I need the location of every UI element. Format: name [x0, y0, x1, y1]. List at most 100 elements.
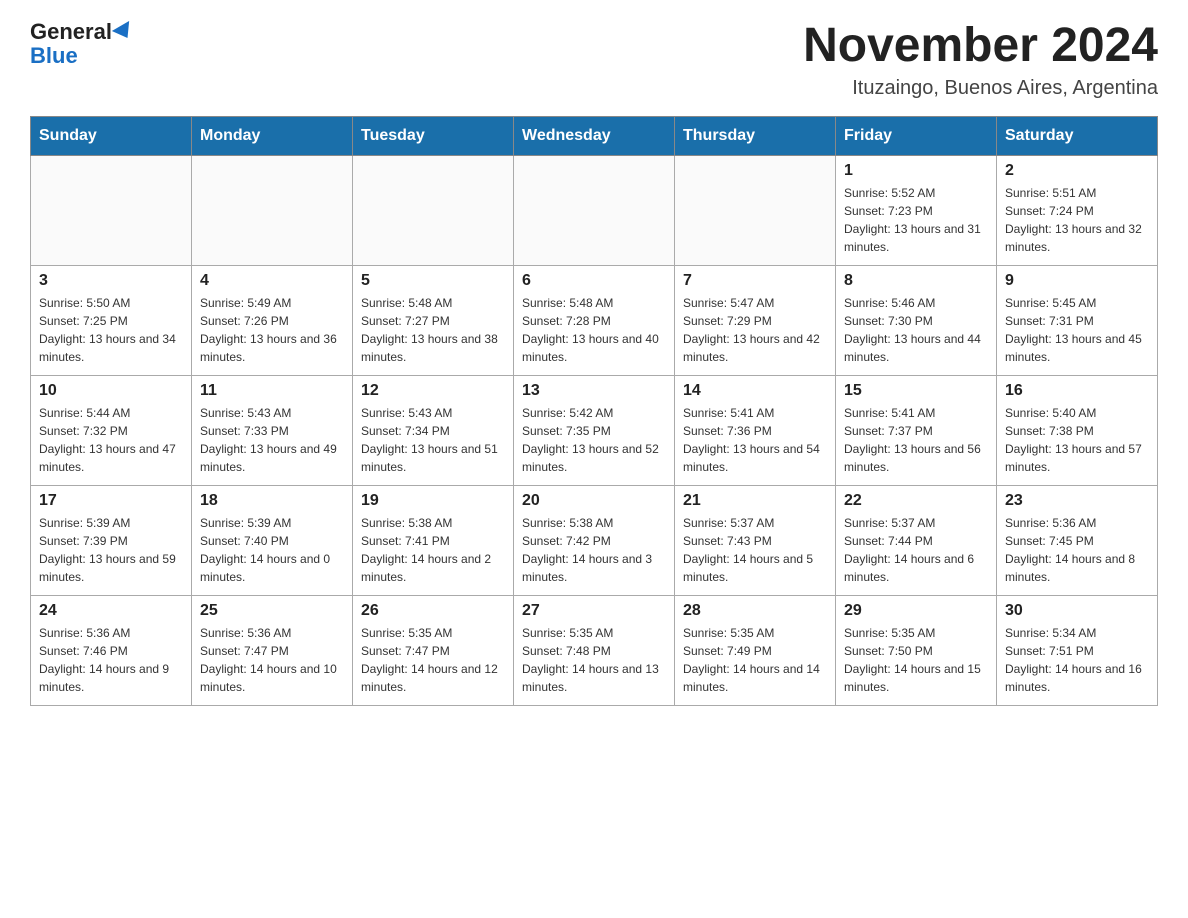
logo-arrow-icon — [112, 21, 136, 43]
day-info: Sunrise: 5:35 AMSunset: 7:48 PMDaylight:… — [522, 624, 666, 696]
day-number: 28 — [683, 602, 827, 620]
table-cell: 27 Sunrise: 5:35 AMSunset: 7:48 PMDayligh… — [514, 595, 675, 705]
day-number: 17 — [39, 492, 183, 510]
week-row-2: 3Sunrise: 5:50 AMSunset: 7:25 PMDaylight… — [31, 265, 1158, 375]
col-wednesday: Wednesday — [514, 116, 675, 155]
day-info: Sunrise: 5:39 AMSunset: 7:40 PMDaylight:… — [200, 514, 344, 586]
table-cell: 16 Sunrise: 5:40 AMSunset: 7:38 PMDayligh… — [997, 375, 1158, 485]
col-thursday: Thursday — [675, 116, 836, 155]
day-info: Sunrise: 5:51 AMSunset: 7:24 PMDaylight:… — [1005, 184, 1149, 256]
week-row-4: 17 Sunrise: 5:39 AMSunset: 7:39 PMDayligh… — [31, 485, 1158, 595]
day-info: Sunrise: 5:48 AMSunset: 7:28 PMDaylight:… — [522, 294, 666, 366]
day-info: Sunrise: 5:48 AMSunset: 7:27 PMDaylight:… — [361, 294, 505, 366]
day-info: Sunrise: 5:40 AMSunset: 7:38 PMDaylight:… — [1005, 404, 1149, 476]
table-cell: 22 Sunrise: 5:37 AMSunset: 7:44 PMDayligh… — [836, 485, 997, 595]
table-cell: 14Sunrise: 5:41 AMSunset: 7:36 PMDayligh… — [675, 375, 836, 485]
day-number: 14 — [683, 382, 827, 400]
day-number: 19 — [361, 492, 505, 510]
day-info: Sunrise: 5:34 AMSunset: 7:51 PMDaylight:… — [1005, 624, 1149, 696]
table-cell — [675, 155, 836, 265]
table-cell: 7 Sunrise: 5:47 AMSunset: 7:29 PMDaylight… — [675, 265, 836, 375]
day-number: 9 — [1005, 272, 1149, 290]
table-cell — [31, 155, 192, 265]
logo: General Blue — [30, 20, 134, 68]
day-number: 13 — [522, 382, 666, 400]
calendar-subtitle: Ituzaingo, Buenos Aires, Argentina — [803, 77, 1158, 100]
table-cell: 20Sunrise: 5:38 AMSunset: 7:42 PMDayligh… — [514, 485, 675, 595]
day-number: 16 — [1005, 382, 1149, 400]
table-cell: 19 Sunrise: 5:38 AMSunset: 7:41 PMDayligh… — [353, 485, 514, 595]
day-number: 27 — [522, 602, 666, 620]
logo-blue-text: Blue — [30, 44, 134, 68]
table-cell — [192, 155, 353, 265]
day-info: Sunrise: 5:35 AMSunset: 7:50 PMDaylight:… — [844, 624, 988, 696]
day-number: 4 — [200, 272, 344, 290]
col-friday: Friday — [836, 116, 997, 155]
table-cell: 5 Sunrise: 5:48 AMSunset: 7:27 PMDaylight… — [353, 265, 514, 375]
table-cell: 24 Sunrise: 5:36 AMSunset: 7:46 PMDayligh… — [31, 595, 192, 705]
day-number: 10 — [39, 382, 183, 400]
day-number: 22 — [844, 492, 988, 510]
day-number: 26 — [361, 602, 505, 620]
week-row-3: 10 Sunrise: 5:44 AMSunset: 7:32 PMDayligh… — [31, 375, 1158, 485]
day-info: Sunrise: 5:44 AMSunset: 7:32 PMDaylight:… — [39, 404, 183, 476]
day-info: Sunrise: 5:35 AMSunset: 7:49 PMDaylight:… — [683, 624, 827, 696]
day-info: Sunrise: 5:46 AMSunset: 7:30 PMDaylight:… — [844, 294, 988, 366]
table-cell: 21 Sunrise: 5:37 AMSunset: 7:43 PMDayligh… — [675, 485, 836, 595]
day-info: Sunrise: 5:42 AMSunset: 7:35 PMDaylight:… — [522, 404, 666, 476]
col-tuesday: Tuesday — [353, 116, 514, 155]
day-number: 15 — [844, 382, 988, 400]
table-cell — [514, 155, 675, 265]
day-info: Sunrise: 5:36 AMSunset: 7:46 PMDaylight:… — [39, 624, 183, 696]
table-cell: 10 Sunrise: 5:44 AMSunset: 7:32 PMDayligh… — [31, 375, 192, 485]
col-saturday: Saturday — [997, 116, 1158, 155]
table-cell: 11Sunrise: 5:43 AMSunset: 7:33 PMDayligh… — [192, 375, 353, 485]
day-info: Sunrise: 5:41 AMSunset: 7:37 PMDaylight:… — [844, 404, 988, 476]
day-info: Sunrise: 5:38 AMSunset: 7:41 PMDaylight:… — [361, 514, 505, 586]
calendar-title: November 2024 — [803, 20, 1158, 73]
table-cell: 2 Sunrise: 5:51 AMSunset: 7:24 PMDaylight… — [997, 155, 1158, 265]
day-info: Sunrise: 5:39 AMSunset: 7:39 PMDaylight:… — [39, 514, 183, 586]
col-monday: Monday — [192, 116, 353, 155]
table-cell: 26 Sunrise: 5:35 AMSunset: 7:47 PMDayligh… — [353, 595, 514, 705]
day-number: 11 — [200, 382, 344, 400]
day-info: Sunrise: 5:43 AMSunset: 7:34 PMDaylight:… — [361, 404, 505, 476]
table-cell: 3Sunrise: 5:50 AMSunset: 7:25 PMDaylight… — [31, 265, 192, 375]
week-row-1: 1Sunrise: 5:52 AMSunset: 7:23 PMDaylight… — [31, 155, 1158, 265]
table-cell: 29 Sunrise: 5:35 AMSunset: 7:50 PMDayligh… — [836, 595, 997, 705]
day-number: 6 — [522, 272, 666, 290]
day-number: 5 — [361, 272, 505, 290]
day-number: 29 — [844, 602, 988, 620]
table-cell: 8Sunrise: 5:46 AMSunset: 7:30 PMDaylight… — [836, 265, 997, 375]
page-header: General Blue November 2024 Ituzaingo, Bu… — [30, 20, 1158, 100]
day-info: Sunrise: 5:47 AMSunset: 7:29 PMDaylight:… — [683, 294, 827, 366]
logo-general-text: General — [30, 20, 112, 44]
table-cell: 9 Sunrise: 5:45 AMSunset: 7:31 PMDaylight… — [997, 265, 1158, 375]
day-info: Sunrise: 5:49 AMSunset: 7:26 PMDaylight:… — [200, 294, 344, 366]
week-row-5: 24 Sunrise: 5:36 AMSunset: 7:46 PMDayligh… — [31, 595, 1158, 705]
day-info: Sunrise: 5:35 AMSunset: 7:47 PMDaylight:… — [361, 624, 505, 696]
calendar-table: Sunday Monday Tuesday Wednesday Thursday… — [30, 116, 1158, 706]
table-cell: 25Sunrise: 5:36 AMSunset: 7:47 PMDayligh… — [192, 595, 353, 705]
day-number: 21 — [683, 492, 827, 510]
day-number: 24 — [39, 602, 183, 620]
table-cell: 4 Sunrise: 5:49 AMSunset: 7:26 PMDaylight… — [192, 265, 353, 375]
day-number: 18 — [200, 492, 344, 510]
table-cell: 15 Sunrise: 5:41 AMSunset: 7:37 PMDayligh… — [836, 375, 997, 485]
day-number: 20 — [522, 492, 666, 510]
day-number: 7 — [683, 272, 827, 290]
day-number: 2 — [1005, 162, 1149, 180]
day-info: Sunrise: 5:36 AMSunset: 7:47 PMDaylight:… — [200, 624, 344, 696]
day-info: Sunrise: 5:37 AMSunset: 7:43 PMDaylight:… — [683, 514, 827, 586]
day-number: 30 — [1005, 602, 1149, 620]
table-cell: 17 Sunrise: 5:39 AMSunset: 7:39 PMDayligh… — [31, 485, 192, 595]
title-block: November 2024 Ituzaingo, Buenos Aires, A… — [803, 20, 1158, 100]
table-cell: 13 Sunrise: 5:42 AMSunset: 7:35 PMDayligh… — [514, 375, 675, 485]
day-number: 12 — [361, 382, 505, 400]
table-cell: 23Sunrise: 5:36 AMSunset: 7:45 PMDayligh… — [997, 485, 1158, 595]
day-info: Sunrise: 5:36 AMSunset: 7:45 PMDaylight:… — [1005, 514, 1149, 586]
day-info: Sunrise: 5:45 AMSunset: 7:31 PMDaylight:… — [1005, 294, 1149, 366]
day-info: Sunrise: 5:37 AMSunset: 7:44 PMDaylight:… — [844, 514, 988, 586]
day-info: Sunrise: 5:52 AMSunset: 7:23 PMDaylight:… — [844, 184, 988, 256]
table-cell: 1Sunrise: 5:52 AMSunset: 7:23 PMDaylight… — [836, 155, 997, 265]
